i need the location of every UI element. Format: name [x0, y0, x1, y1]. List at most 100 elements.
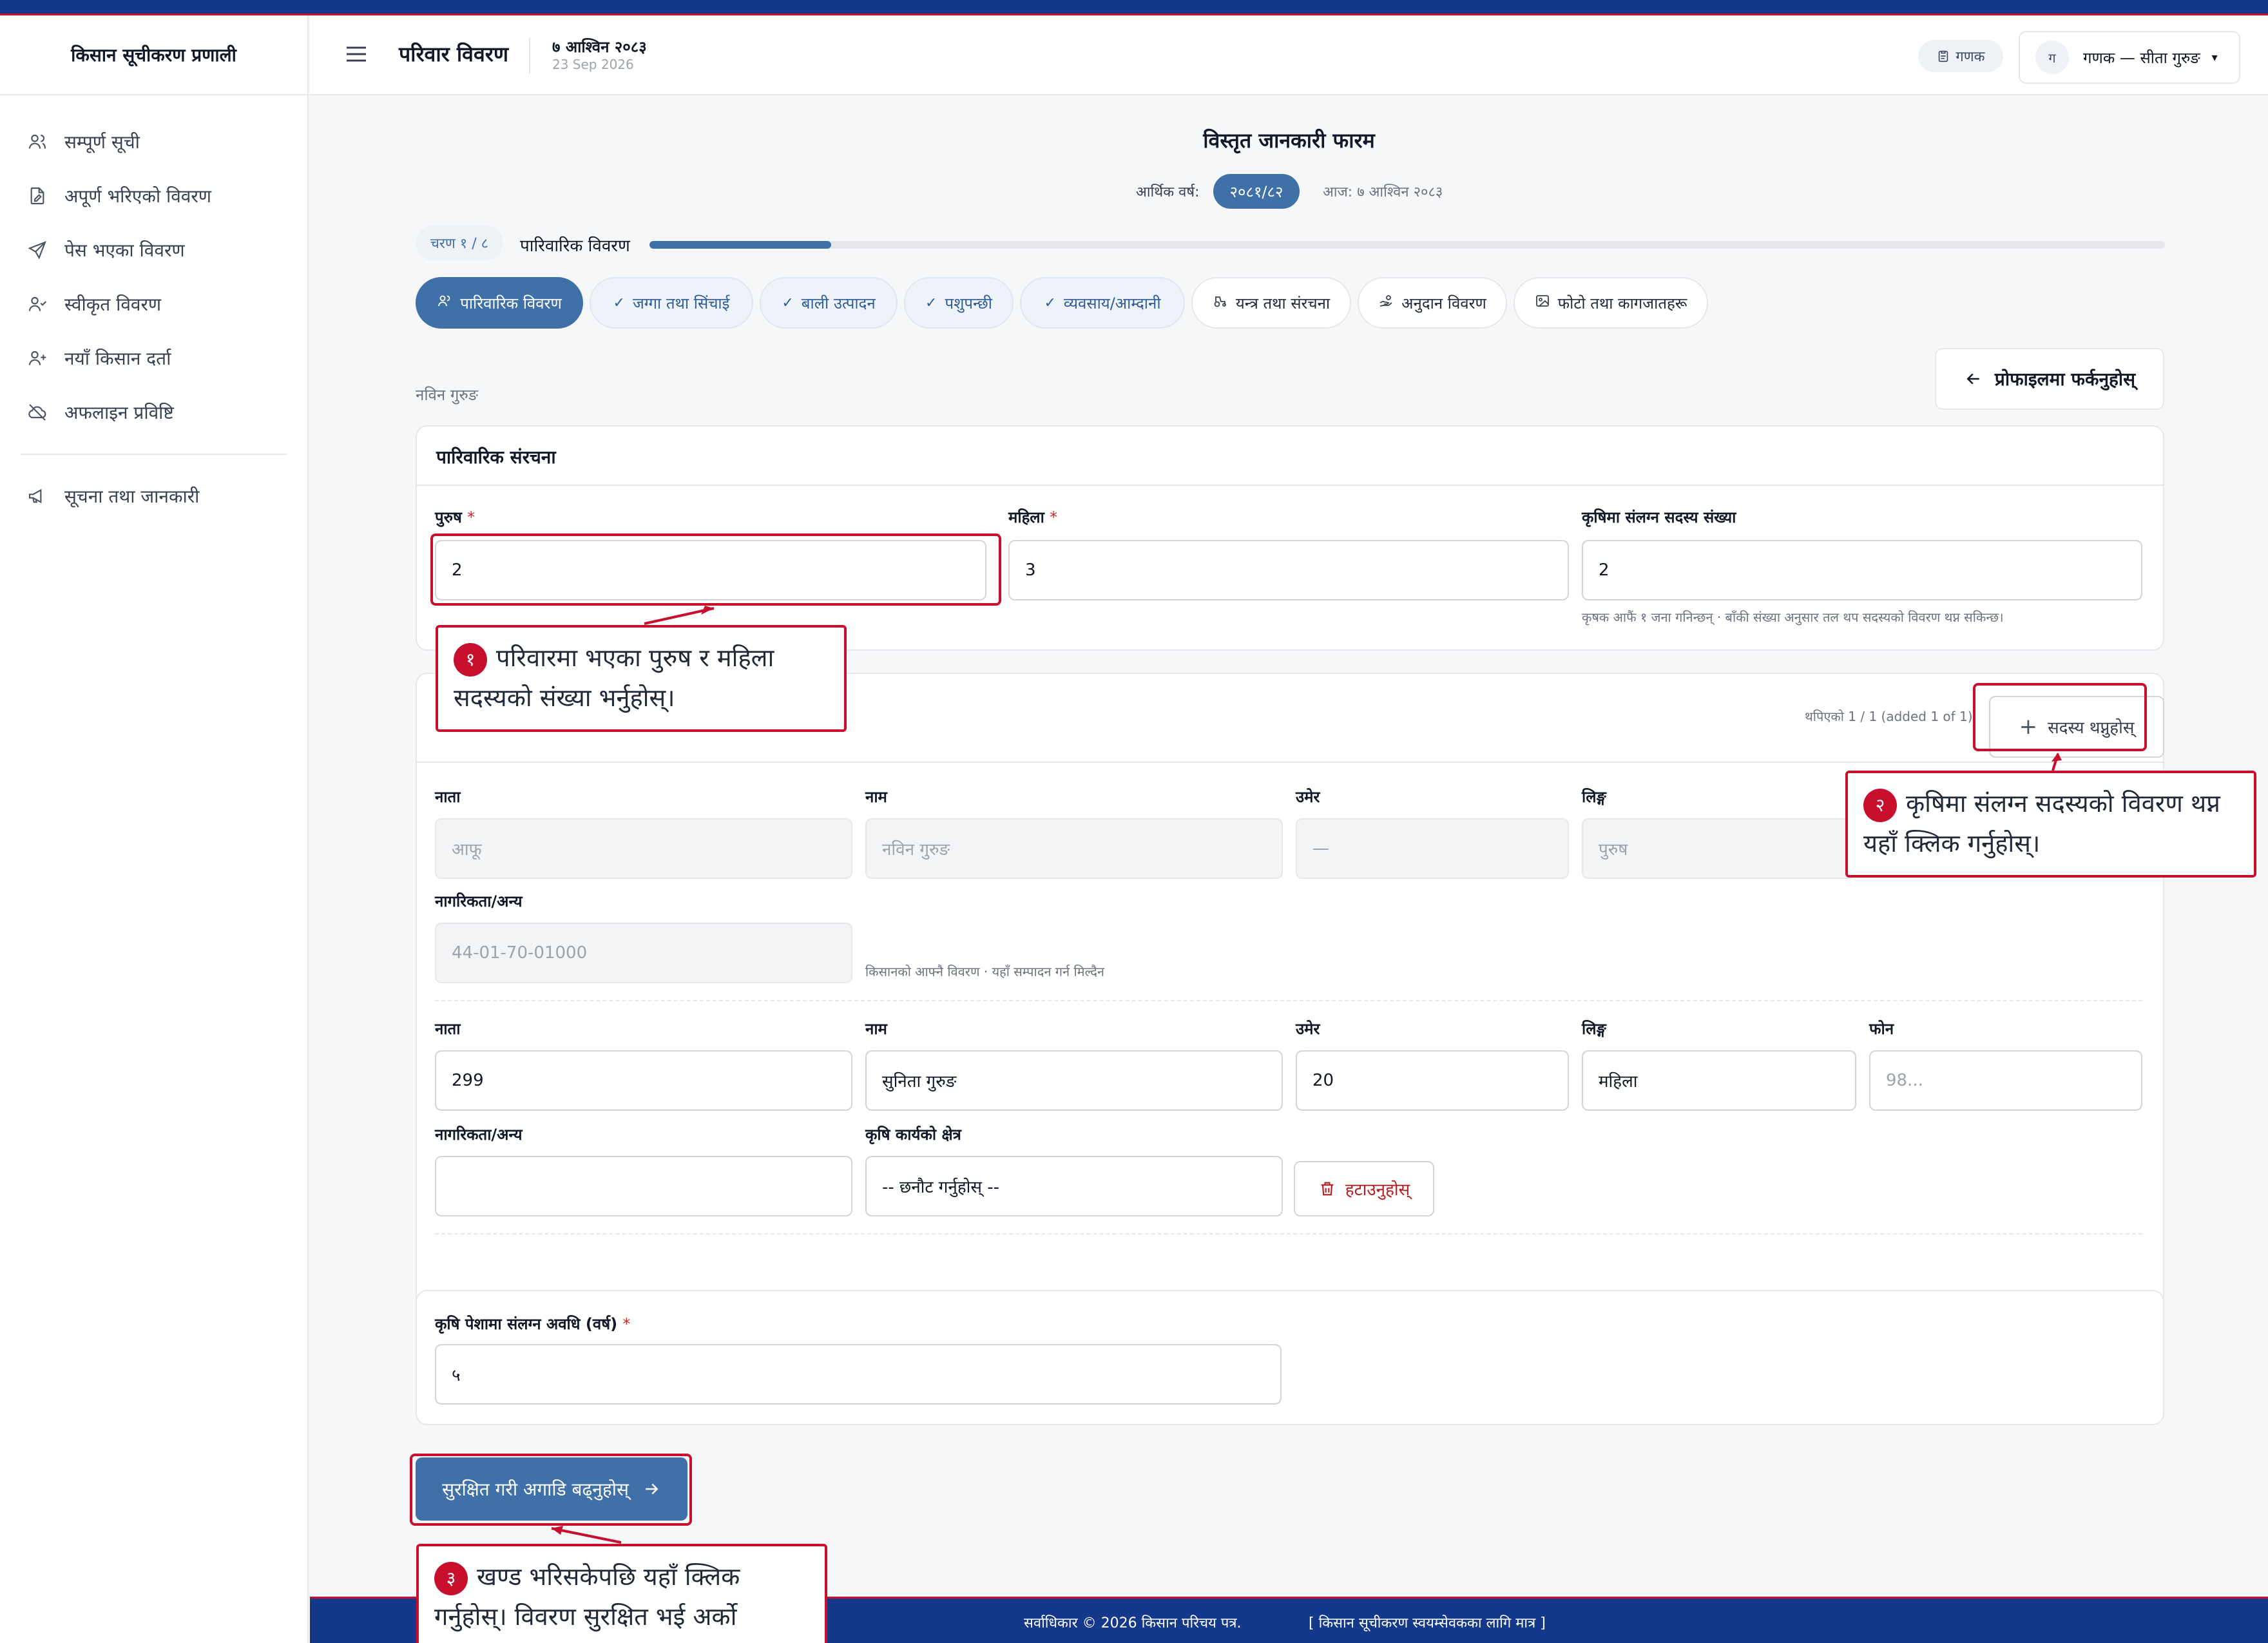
- callout-2-text: कृषिमा संलग्न सदस्यको विवरण थप्न यहाँ क्…: [1863, 789, 2220, 858]
- remove-member-button[interactable]: हटाउनुहोस्: [1294, 1161, 1434, 1216]
- progress-bar: [649, 241, 2165, 249]
- member-divider: [435, 1233, 2142, 1235]
- today-date: आज: ७ आश्विन २०८३: [1323, 184, 1443, 200]
- farming-duration-input[interactable]: ५: [435, 1344, 1282, 1405]
- users-icon: [437, 293, 452, 312]
- self-citizenship-field: 44-01-70-01000: [435, 923, 852, 983]
- footer-copyright: सर्वाधिकार © 2026 किसान परिचय पत्र.: [1024, 1615, 1242, 1631]
- tab-photos-documents[interactable]: फोटो तथा कागजातहरू: [1514, 277, 1708, 329]
- agri-members-hint: कृषक आफैं १ जना गनिन्छन् · बाँकी संख्या …: [1582, 610, 2004, 625]
- back-to-profile-button[interactable]: प्रोफाइलमा फर्कनुहोस्: [1935, 348, 2164, 410]
- tab-crop-production[interactable]: ✓ बाली उत्पादन: [760, 277, 898, 329]
- step-label: पारिवारिक विवरण: [520, 236, 630, 256]
- page-title: परिवार विवरण: [399, 42, 508, 66]
- check-icon: ✓: [925, 294, 937, 311]
- female-count-input[interactable]: 3: [1008, 540, 1569, 601]
- sidebar-item-notices[interactable]: सूचना तथा जानकारी: [0, 469, 307, 523]
- header-date-english: 23 Sep 2026: [552, 57, 634, 72]
- member-gender-field[interactable]: महिला: [1582, 1050, 1856, 1111]
- sidebar-item-approved[interactable]: स्वीकृत विवरण: [0, 277, 307, 331]
- relation-label: नाता: [435, 788, 461, 806]
- check-icon: ✓: [782, 294, 794, 311]
- image-icon: [1535, 293, 1550, 312]
- sidebar-item-all-list[interactable]: सम्पूर्ण सूची: [0, 115, 307, 169]
- tab-label: बाली उत्पादन: [801, 294, 876, 312]
- callout-2: २ कृषिमा संलग्न सदस्यको विवरण थप्न यहाँ क…: [1845, 771, 2256, 878]
- member-age-field[interactable]: 20: [1296, 1050, 1569, 1111]
- header-date-nepali: ७ आश्विन २०८३: [552, 38, 647, 56]
- gender-label: लिङ्ग: [1582, 788, 1606, 806]
- user-name: गणक — सीता गुरुङ: [2083, 48, 2200, 67]
- tab-machinery[interactable]: यन्त्र तथा संरचना: [1191, 277, 1351, 329]
- agri-area-label: कृषि कार्यको क्षेत्र: [865, 1126, 961, 1144]
- callout-3-number: ३: [434, 1561, 468, 1595]
- self-age-field: —: [1296, 818, 1569, 879]
- role-badge: गणक: [1918, 40, 2003, 72]
- caret-down-icon: ▾: [2211, 50, 2218, 64]
- card-divider: [417, 762, 2163, 763]
- member-agri-area-select[interactable]: -- छनौट गर्नुहोस् --: [865, 1156, 1283, 1216]
- highlight-save-button: [410, 1454, 692, 1526]
- header-divider: [529, 37, 530, 73]
- tab-family[interactable]: पारिवारिक विवरण: [416, 277, 583, 329]
- farming-duration-label: कृषि पेशामा संलग्न अवधि (वर्ष) *: [435, 1313, 630, 1334]
- footer-note: [ किसान सूचीकरण स्वयम्सेवकका लागि मात्र …: [1309, 1615, 1546, 1631]
- female-label: महिला *: [1008, 506, 1057, 528]
- sidebar-divider: [21, 454, 287, 455]
- tab-label: पशुपन्छी: [945, 294, 992, 312]
- tab-subsidy[interactable]: अनुदान विवरण: [1358, 277, 1507, 329]
- tab-label: पारिवारिक विवरण: [460, 294, 562, 312]
- tab-land-irrigation[interactable]: ✓ जग्गा तथा सिंचाई: [590, 277, 753, 329]
- sidebar-item-new-farmer[interactable]: नयाँ किसान दर्ता: [0, 331, 307, 385]
- sidebar-item-incomplete[interactable]: अपूर्ण भरिएको विवरण: [0, 169, 307, 223]
- callout-1-text: परिवारमा भएका पुरुष र महिला सदस्यको संख्…: [454, 644, 774, 712]
- name-label: नाम: [865, 788, 887, 806]
- male-label-text: पुरुष: [435, 508, 462, 526]
- tractor-icon: [1213, 293, 1228, 312]
- fiscal-year-label: आर्थिक वर्ष:: [1136, 184, 1200, 200]
- hamburger-menu-icon[interactable]: [343, 41, 369, 67]
- sidebar-item-label: पेस भएका विवरण: [64, 240, 185, 261]
- arrow-left-icon: [1964, 369, 1983, 389]
- female-label-text: महिला: [1008, 508, 1044, 526]
- family-structure-heading: पारिवारिक संरचना: [436, 447, 556, 468]
- callout-3: ३ खण्ड भरिसकेपछि यहाँ क्लिक गर्नुहोस्। वि…: [416, 1544, 827, 1643]
- card-divider: [417, 485, 2163, 486]
- tab-label: यन्त्र तथा संरचना: [1235, 294, 1331, 312]
- megaphone-icon: [26, 485, 49, 508]
- sidebar-nav: सम्पूर्ण सूची अपूर्ण भरिएको विवरण पेस भए…: [0, 95, 307, 523]
- farmer-name: नविन गुरुङ: [416, 386, 478, 404]
- check-icon: ✓: [1044, 294, 1056, 311]
- sidebar-item-offline[interactable]: अफलाइन प्रविष्टि: [0, 385, 307, 439]
- tab-livestock[interactable]: ✓ पशुपन्छी: [904, 277, 1014, 329]
- sidebar-item-label: नयाँ किसान दर्ता: [64, 348, 171, 369]
- age-label: उमेर: [1296, 1020, 1320, 1038]
- back-label: प्रोफाइलमा फर्कनुहोस्: [1994, 369, 2136, 390]
- hand-coins-icon: [1378, 293, 1394, 312]
- citizenship-label: नागरिकता/अन्य: [435, 1126, 523, 1144]
- farming-duration-label-text: कृषि पेशामा संलग्न अवधि (वर्ष): [435, 1315, 618, 1333]
- member-phone-field[interactable]: 98...: [1869, 1050, 2142, 1111]
- user-menu[interactable]: ग गणक — सीता गुरुङ ▾: [2019, 31, 2240, 84]
- document-edit-icon: [26, 184, 49, 207]
- required-mark: *: [622, 1315, 631, 1333]
- sidebar-item-submitted[interactable]: पेस भएका विवरण: [0, 223, 307, 277]
- member-name-field[interactable]: सुनिता गुरुङ: [865, 1050, 1283, 1111]
- phone-label: फोन: [1869, 1020, 1894, 1038]
- tab-business-income[interactable]: ✓ व्यवसाय/आम्दानी: [1020, 277, 1185, 329]
- member-citizenship-field[interactable]: [435, 1156, 852, 1216]
- self-gender-field: पुरुष: [1582, 818, 1855, 879]
- member-relation-field[interactable]: 299: [435, 1050, 852, 1111]
- self-name-field: नविन गुरुङ: [865, 818, 1283, 879]
- sidebar-item-label: अफलाइन प्रविष्टि: [64, 402, 174, 423]
- tab-label: व्यवसाय/आम्दानी: [1063, 294, 1161, 312]
- tab-label: जग्गा तथा सिंचाई: [632, 294, 730, 312]
- remove-label: हटाउनुहोस्: [1345, 1180, 1410, 1200]
- required-mark: *: [1050, 508, 1058, 526]
- users-icon: [26, 130, 49, 153]
- age-label: उमेर: [1296, 788, 1320, 806]
- sidebar: किसान सूचीकरण प्रणाली सम्पूर्ण सूची अपूर…: [0, 15, 309, 1643]
- fiscal-year-badge: २०८१/८२: [1213, 174, 1300, 209]
- citizenship-label: नागरिकता/अन्य: [435, 892, 523, 910]
- agri-members-input[interactable]: 2: [1582, 540, 2142, 601]
